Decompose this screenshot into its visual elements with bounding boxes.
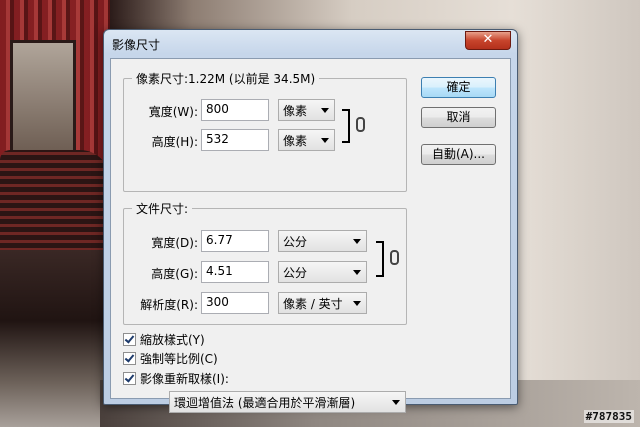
document-width-unit-select[interactable]: 公分 (278, 230, 367, 252)
close-icon: ✕ (482, 32, 494, 47)
document-height-unit-select[interactable]: 公分 (278, 261, 367, 283)
auto-button[interactable]: 自動(A)... (421, 144, 496, 165)
chevron-down-icon (353, 301, 361, 306)
document-size-group: 文件尺寸: 寬度(D): 6.77 公分 高度(G): 4.51 公分 解析度(… (123, 200, 407, 325)
cancel-button[interactable]: 取消 (421, 107, 496, 128)
document-width-label: 寬度(D): (151, 236, 198, 250)
chevron-down-icon (353, 239, 361, 244)
pixel-dimensions-group: 像素尺寸:1.22M (以前是 34.5M) 寬度(W): 800 像素 高度(… (123, 70, 407, 192)
pixel-width-unit-label: 像素 (283, 104, 308, 118)
resolution-unit-select[interactable]: 像素 / 英寸 (278, 292, 367, 314)
document-link-bracket (376, 241, 384, 277)
resample-image-label: 影像重新取樣(I): (140, 372, 229, 386)
resample-method-label: 環迴增值法 (最適合用於平滑漸層) (174, 396, 356, 410)
pixel-height-input[interactable]: 532 (201, 129, 269, 151)
document-height-unit-label: 公分 (283, 266, 308, 280)
ok-button[interactable]: 確定 (421, 77, 496, 98)
chevron-down-icon (321, 108, 329, 113)
document-height-input[interactable]: 4.51 (201, 261, 269, 283)
title-bar[interactable]: 影像尺寸 ✕ (104, 30, 517, 58)
scale-styles-checkbox[interactable]: 縮放樣式(Y) (123, 331, 205, 348)
checkmark-icon (124, 352, 135, 363)
dialog-title: 影像尺寸 (112, 38, 161, 52)
constrain-proportions-checkbox[interactable]: 強制等比例(C) (123, 350, 218, 367)
pixel-width-unit-select[interactable]: 像素 (278, 99, 335, 121)
pixel-dimensions-legend: 像素尺寸:1.22M (以前是 34.5M) (132, 70, 320, 87)
document-height-label: 高度(G): (151, 267, 198, 281)
checkbox-box[interactable] (123, 333, 136, 346)
image-size-dialog: 影像尺寸 ✕ 像素尺寸:1.22M (以前是 34.5M) 寬度(W): 800… (103, 29, 518, 413)
resolution-label: 解析度(R): (140, 298, 198, 312)
scale-styles-label: 縮放樣式(Y) (140, 333, 205, 347)
chevron-down-icon (392, 400, 400, 405)
pixel-link-bracket (342, 109, 350, 143)
checkmark-icon (124, 333, 135, 344)
pixel-width-input[interactable]: 800 (201, 99, 269, 121)
checkbox-box[interactable] (123, 352, 136, 365)
document-width-unit-label: 公分 (283, 235, 308, 249)
chevron-down-icon (321, 138, 329, 143)
link-chain-icon (390, 250, 399, 265)
watermark: #787835 (583, 410, 634, 423)
resample-method-select[interactable]: 環迴增值法 (最適合用於平滑漸層) (169, 391, 406, 413)
background-window (10, 40, 76, 156)
pixel-height-unit-label: 像素 (283, 134, 308, 148)
resample-image-checkbox[interactable]: 影像重新取樣(I): (123, 370, 229, 387)
chevron-down-icon (353, 270, 361, 275)
constrain-proportions-label: 強制等比例(C) (140, 352, 218, 366)
dialog-body: 像素尺寸:1.22M (以前是 34.5M) 寬度(W): 800 像素 高度(… (110, 58, 511, 413)
pixel-width-label: 寬度(W): (148, 105, 198, 119)
resolution-unit-label: 像素 / 英寸 (283, 297, 343, 311)
checkmark-icon (124, 372, 135, 383)
pixel-height-unit-select[interactable]: 像素 (278, 129, 335, 151)
pixel-height-label: 高度(H): (151, 135, 198, 149)
link-chain-icon (356, 117, 365, 132)
resolution-input[interactable]: 300 (201, 292, 269, 314)
document-width-input[interactable]: 6.77 (201, 230, 269, 252)
close-button[interactable]: ✕ (465, 31, 511, 50)
document-size-legend: 文件尺寸: (132, 200, 193, 217)
checkbox-box[interactable] (123, 372, 136, 385)
